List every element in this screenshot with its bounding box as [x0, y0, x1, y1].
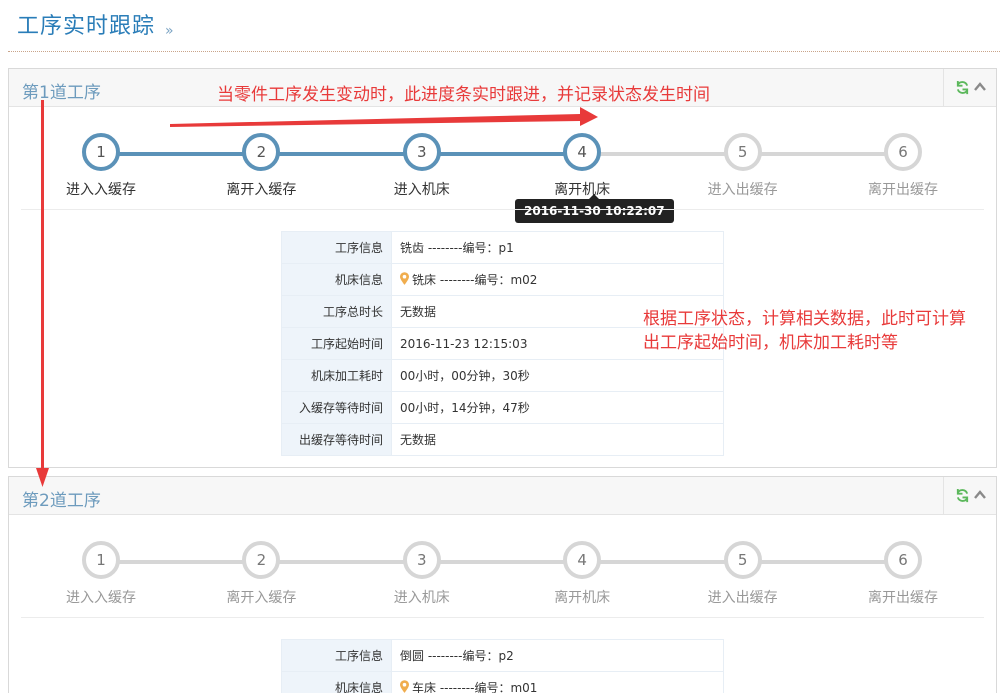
refresh-icon[interactable] — [955, 80, 970, 95]
step-label: 进入入缓存 — [66, 182, 136, 198]
info-key: 机床加工耗时 — [281, 359, 392, 392]
step-label: 进入出缓存 — [707, 182, 778, 198]
step-label: 离开入缓存 — [226, 182, 297, 198]
progress-step-3: 3 进入机床 — [352, 541, 492, 607]
info-key: 工序总时长 — [281, 295, 392, 328]
table-row: 机床信息 铣床 --------编号：m02 — [281, 263, 724, 296]
step-label: 离开入缓存 — [226, 590, 297, 606]
step-number: 5 — [723, 133, 762, 171]
step-number: 4 — [563, 541, 602, 579]
info-value: 倒圆 --------编号：p2 — [400, 649, 514, 663]
table-row: 机床信息 车床 --------编号：m01 — [281, 671, 724, 693]
info-value: 铣床 --------编号：m02 — [412, 273, 538, 287]
progress-step-6: 6 离开出缓存 — [833, 133, 973, 199]
info-value: 车床 --------编号：m01 — [412, 681, 538, 693]
process-info-table: 工序信息 倒圆 --------编号：p2 机床信息 车床 --------编号：m0… — [281, 639, 724, 693]
process-panel-1: 第1道工序 1 进入入缓存 2 离开入缓存 3 进入机床 4 离开机床 5 进入出缓存 6 离开出缓存… — [8, 68, 997, 468]
table-row: 入缓存等待时间 00小时，14分钟，47秒 — [281, 391, 724, 424]
progress-steps: 1 进入入缓存 2 离开入缓存 3 进入机床 4 离开机床 5 进入出缓存 6 离开出缓存 — [21, 525, 985, 625]
progress-step-5: 5 进入出缓存 — [673, 541, 813, 607]
step-number: 2 — [242, 541, 281, 579]
step-number: 2 — [242, 133, 281, 171]
chevron-up-icon[interactable] — [973, 488, 987, 502]
progress-step-2: 2 离开入缓存 — [191, 133, 331, 199]
step-number: 4 — [563, 133, 602, 171]
info-key: 入缓存等待时间 — [281, 391, 392, 424]
info-key: 工序起始时间 — [281, 327, 392, 360]
panel-divider — [21, 617, 984, 618]
table-row: 工序信息 倒圆 --------编号：p2 — [281, 639, 724, 672]
step-label: 离开出缓存 — [868, 590, 938, 606]
progress-step-2: 2 离开入缓存 — [191, 541, 331, 607]
panel-title: 第1道工序 — [22, 83, 101, 103]
panel-title: 第2道工序 — [22, 491, 101, 511]
step-label: 离开机床 — [554, 182, 611, 198]
panel-toolbar — [943, 477, 996, 515]
step-number: 6 — [884, 541, 922, 579]
process-panel-2: 第2道工序 1 进入入缓存 2 离开入缓存 3 进入机床 4 离开机床 5 进入出缓存 6 离开出缓存… — [8, 476, 997, 693]
breadcrumb-chevron-icon: » — [165, 23, 175, 39]
progress-step-5: 5 进入出缓存 — [673, 133, 813, 199]
map-marker-icon — [400, 680, 409, 693]
step-time-tooltip: 2016-11-30 10:22:07 — [515, 194, 674, 223]
step-number: 3 — [402, 133, 441, 171]
page-title: 工序实时跟踪 » — [17, 8, 175, 40]
progress-step-4: 4 离开机床 — [512, 133, 652, 199]
progress-step-4: 4 离开机床 — [512, 541, 652, 607]
step-number: 1 — [82, 541, 120, 579]
data-annotation-line-1: 根据工序状态，计算相关数据，此时可计算 — [643, 309, 966, 329]
info-key: 工序信息 — [281, 639, 392, 672]
info-value: 无数据 — [400, 433, 437, 447]
info-value: 00小时，00分钟，30秒 — [400, 369, 530, 383]
progress-steps: 1 进入入缓存 2 离开入缓存 3 进入机床 4 离开机床 5 进入出缓存 6 离开出缓存 — [21, 117, 985, 217]
refresh-icon[interactable] — [955, 488, 970, 503]
info-key: 机床信息 — [281, 671, 392, 693]
info-value-cell: 车床 --------编号：m01 — [391, 671, 724, 693]
info-value-cell: 铣齿 --------编号：p1 — [391, 231, 724, 264]
map-marker-icon — [400, 272, 409, 285]
info-value: 铣齿 --------编号：p1 — [400, 241, 514, 255]
data-annotation-line-2: 出工序起始时间，机床加工耗时等 — [643, 333, 898, 353]
step-label: 进入机床 — [393, 182, 450, 198]
progress-fill — [101, 152, 583, 156]
table-row: 机床加工耗时 00小时，00分钟，30秒 — [281, 359, 724, 392]
panel-divider — [21, 209, 984, 210]
step-label: 进入出缓存 — [707, 590, 778, 606]
info-key: 工序信息 — [281, 231, 392, 264]
progress-step-3: 3 进入机床 — [352, 133, 492, 199]
info-value-cell: 00小时，14分钟，47秒 — [391, 391, 724, 424]
table-row: 出缓存等待时间 无数据 — [281, 423, 724, 456]
title-divider — [8, 51, 1000, 52]
page-title-text: 工序实时跟踪 — [17, 14, 156, 39]
info-key: 机床信息 — [281, 263, 392, 296]
progress-step-1: 1 进入入缓存 — [31, 541, 171, 607]
info-key: 出缓存等待时间 — [281, 423, 392, 456]
panel-header: 第2道工序 — [9, 477, 996, 515]
table-row: 工序信息 铣齿 --------编号：p1 — [281, 231, 724, 264]
info-value: 无数据 — [400, 305, 437, 319]
info-value-cell: 铣床 --------编号：m02 — [391, 263, 724, 296]
info-value-cell: 无数据 — [391, 423, 724, 456]
step-label: 离开出缓存 — [868, 182, 938, 198]
data-annotation: 根据工序状态，计算相关数据，此时可计算 出工序起始时间，机床加工耗时等 — [643, 307, 966, 355]
step-number: 5 — [723, 541, 762, 579]
panel-toolbar — [943, 69, 996, 107]
step-label: 进入机床 — [393, 590, 450, 606]
info-value-cell: 倒圆 --------编号：p2 — [391, 639, 724, 672]
progress-step-1: 1 进入入缓存 — [31, 133, 171, 199]
step-number: 6 — [884, 133, 922, 171]
info-value: 00小时，14分钟，47秒 — [400, 401, 530, 415]
step-number: 1 — [82, 133, 120, 171]
progress-step-6: 6 离开出缓存 — [833, 541, 973, 607]
step-label: 离开机床 — [554, 590, 611, 606]
progress-annotation: 当零件工序发生变动时，此进度条实时跟进，并记录状态发生时间 — [217, 85, 710, 105]
chevron-up-icon[interactable] — [973, 80, 987, 94]
info-value: 2016-11-23 12:15:03 — [400, 336, 528, 351]
step-number: 3 — [402, 541, 441, 579]
step-label: 进入入缓存 — [66, 590, 136, 606]
info-value-cell: 00小时，00分钟，30秒 — [391, 359, 724, 392]
